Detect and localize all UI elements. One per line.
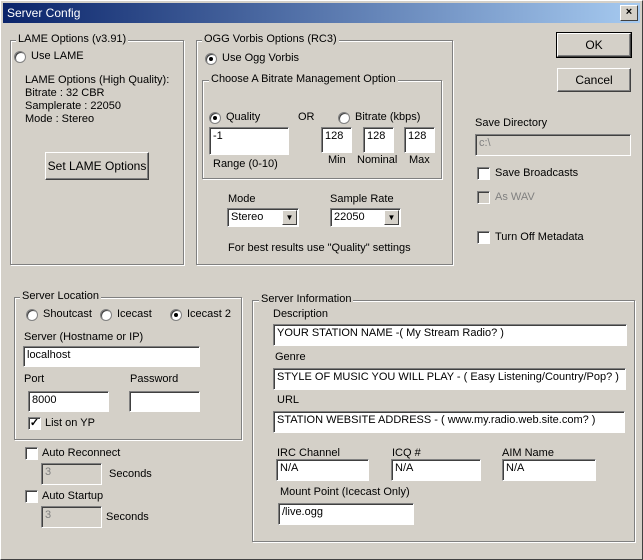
close-icon[interactable]: × — [620, 5, 638, 21]
aim-input[interactable]: N/A — [502, 459, 596, 481]
use-ogg-radio[interactable] — [205, 53, 217, 65]
icecast-radio[interactable] — [100, 309, 112, 321]
auto-startup-input[interactable]: 3 — [41, 506, 102, 528]
mode-value: Stereo — [231, 211, 264, 223]
save-directory-input[interactable]: c:\ — [475, 134, 631, 156]
bitrate-label: Bitrate (kbps) — [355, 111, 421, 123]
server-config-window: Server Config × LAME Options (v3.91) Use… — [0, 0, 643, 560]
ok-button[interactable]: OK — [556, 32, 632, 58]
bitrate-radio[interactable] — [338, 112, 350, 124]
save-broadcasts-label: Save Broadcasts — [495, 167, 579, 179]
bitrate-group-title: Choose A Bitrate Management Option — [209, 73, 398, 85]
lame-info-title: LAME Options (High Quality): — [25, 74, 170, 86]
mount-point-input[interactable]: /live.ogg — [278, 503, 414, 525]
irc-input[interactable]: N/A — [276, 459, 369, 481]
use-ogg-label: Use Ogg Vorbis — [222, 52, 300, 64]
lame-samplerate: Samplerate : 22050 — [25, 100, 122, 112]
password-input[interactable] — [129, 391, 200, 412]
range-label: Range (0-10) — [213, 158, 278, 170]
lame-mode: Mode : Stereo — [25, 113, 95, 125]
genre-label: Genre — [275, 351, 306, 363]
ogg-hint: For best results use "Quality" settings — [228, 242, 411, 254]
server-host-input[interactable]: localhost — [23, 346, 200, 367]
as-wav-checkbox[interactable] — [477, 191, 490, 204]
icecast2-radio[interactable] — [170, 309, 182, 321]
ogg-group-title: OGG Vorbis Options (RC3) — [202, 33, 339, 45]
window-title: Server Config — [7, 6, 81, 20]
reconnect-seconds-label: Seconds — [109, 468, 152, 480]
genre-input[interactable]: STYLE OF MUSIC YOU WILL PLAY - ( Easy Li… — [273, 368, 626, 390]
icq-input[interactable]: N/A — [391, 459, 481, 481]
aim-label: AIM Name — [502, 447, 554, 459]
auto-startup-checkbox[interactable] — [25, 490, 38, 503]
as-wav-label: As WAV — [495, 191, 535, 203]
quality-label: Quality — [226, 111, 261, 123]
max-label: Max — [409, 154, 430, 166]
or-label: OR — [298, 111, 315, 123]
chevron-down-icon[interactable]: ▼ — [384, 210, 399, 225]
url-label: URL — [277, 394, 300, 406]
use-lame-radio[interactable] — [14, 51, 26, 63]
mode-label: Mode — [228, 193, 256, 205]
list-on-yp-checkbox[interactable]: ✓ — [28, 417, 41, 430]
icecast2-label: Icecast 2 — [187, 308, 232, 320]
server-location-title: Server Location — [20, 290, 102, 302]
lame-bitrate: Bitrate : 32 CBR — [25, 87, 105, 99]
description-label: Description — [273, 308, 329, 320]
chevron-down-icon[interactable]: ▼ — [282, 210, 297, 225]
quality-input[interactable]: -1 — [209, 127, 289, 155]
samplerate-select[interactable]: 22050 ▼ — [330, 208, 401, 227]
startup-seconds-label: Seconds — [106, 511, 149, 523]
use-lame-label: Use LAME — [31, 50, 84, 62]
max-bitrate-input[interactable]: 128 — [404, 127, 435, 153]
list-on-yp-label: List on YP — [45, 417, 95, 429]
server-host-label: Server (Hostname or IP) — [24, 331, 144, 343]
min-bitrate-input[interactable]: 128 — [321, 127, 352, 153]
irc-label: IRC Channel — [277, 447, 340, 459]
save-broadcasts-checkbox[interactable] — [477, 167, 490, 180]
password-label: Password — [130, 373, 179, 385]
port-label: Port — [24, 373, 45, 385]
icq-label: ICQ # — [392, 447, 421, 459]
icecast-label: Icecast — [117, 308, 152, 320]
mount-point-label: Mount Point (Icecast Only) — [280, 486, 410, 498]
cancel-button[interactable]: Cancel — [557, 68, 631, 92]
turn-off-metadata-checkbox[interactable] — [477, 231, 490, 244]
nominal-bitrate-input[interactable]: 128 — [363, 127, 394, 153]
url-input[interactable]: STATION WEBSITE ADDRESS - ( www.my.radio… — [273, 411, 625, 433]
min-label: Min — [328, 154, 346, 166]
auto-reconnect-checkbox[interactable] — [25, 447, 38, 460]
shoutcast-radio[interactable] — [26, 309, 38, 321]
port-input[interactable]: 8000 — [28, 391, 109, 412]
save-directory-label: Save Directory — [475, 117, 548, 129]
title-bar[interactable]: Server Config × — [3, 3, 640, 23]
nominal-label: Nominal — [357, 154, 398, 166]
samplerate-label: Sample Rate — [330, 193, 394, 205]
samplerate-value: 22050 — [334, 211, 365, 223]
shoutcast-label: Shoutcast — [43, 308, 92, 320]
auto-startup-label: Auto Startup — [42, 490, 104, 502]
auto-reconnect-input[interactable]: 3 — [41, 463, 102, 485]
quality-radio[interactable] — [209, 112, 221, 124]
description-input[interactable]: YOUR STATION NAME -( My Stream Radio? ) — [273, 324, 627, 346]
turn-off-metadata-label: Turn Off Metadata — [495, 231, 584, 243]
set-lame-options-button[interactable]: Set LAME Options — [45, 152, 149, 180]
auto-reconnect-label: Auto Reconnect — [42, 447, 121, 459]
lame-group-title: LAME Options (v3.91) — [16, 33, 129, 45]
server-information-title: Server Information — [259, 293, 354, 305]
mode-select[interactable]: Stereo ▼ — [227, 208, 299, 227]
